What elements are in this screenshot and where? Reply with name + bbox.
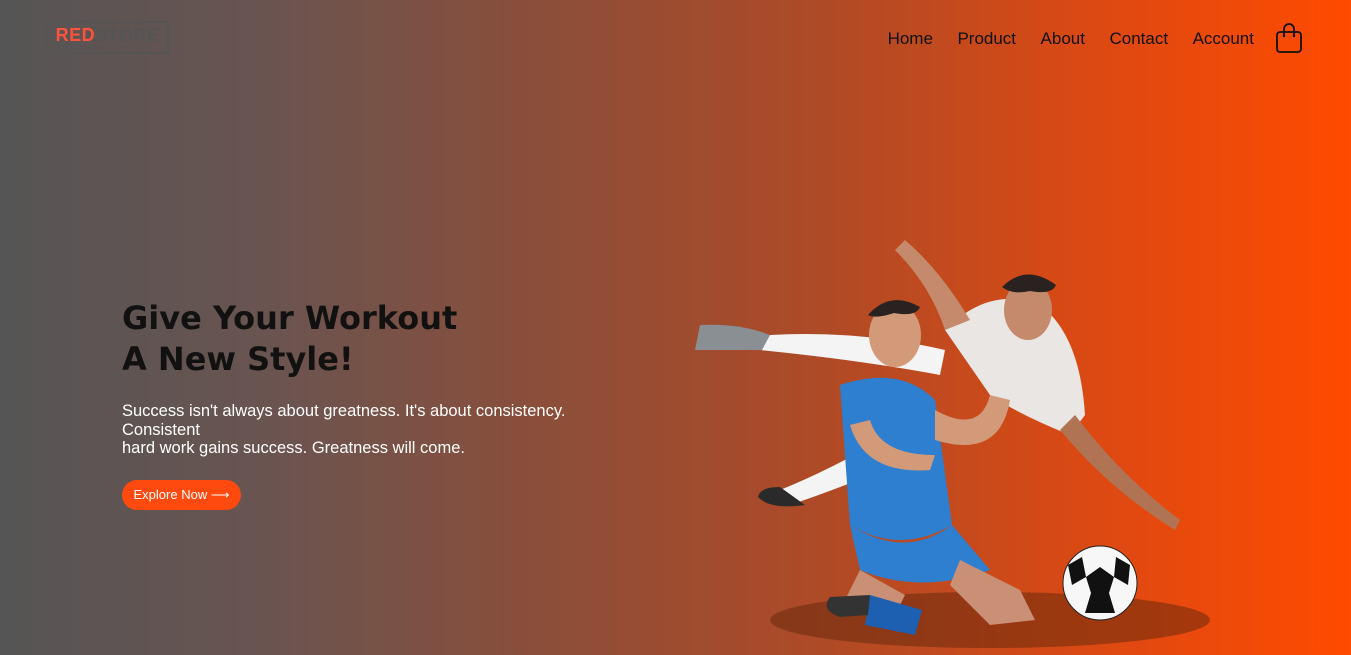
nav-link-about[interactable]: About [1041, 29, 1085, 49]
explore-now-button[interactable]: Explore Now ⟶ [122, 479, 241, 510]
hero-image-soccer-players [690, 225, 1210, 655]
hero-title-line2: A New Style! [122, 340, 354, 378]
hero-description-line1: Success isn't always about greatness. It… [122, 402, 566, 439]
main-nav: Home Product About Contact Account [863, 29, 1254, 49]
nav-link-product[interactable]: Product [957, 29, 1016, 49]
hero-section: Give Your Workout A New Style! Success i… [122, 298, 622, 510]
nav-link-home[interactable]: Home [888, 29, 933, 49]
shopping-bag-icon[interactable] [1275, 22, 1303, 54]
logo-store-text: STORE [95, 24, 160, 45]
hero-description-line2: hard work gains success. Greatness will … [122, 439, 465, 457]
hero-title-line1: Give Your Workout [122, 299, 458, 337]
nav-link-account[interactable]: Account [1193, 29, 1254, 49]
hero-title: Give Your Workout A New Style! [122, 298, 622, 380]
nav-link-contact[interactable]: Contact [1109, 29, 1168, 49]
logo-wordmark: REDSTORE [56, 26, 160, 44]
logo-tagline: athletes choice [80, 43, 135, 50]
logo[interactable]: REDSTORE athletes choice [46, 21, 169, 54]
hero-description: Success isn't always about greatness. It… [122, 402, 612, 458]
logo-red-text: RED [55, 24, 96, 45]
site-header: REDSTORE athletes choice Home Product Ab… [0, 0, 1351, 80]
